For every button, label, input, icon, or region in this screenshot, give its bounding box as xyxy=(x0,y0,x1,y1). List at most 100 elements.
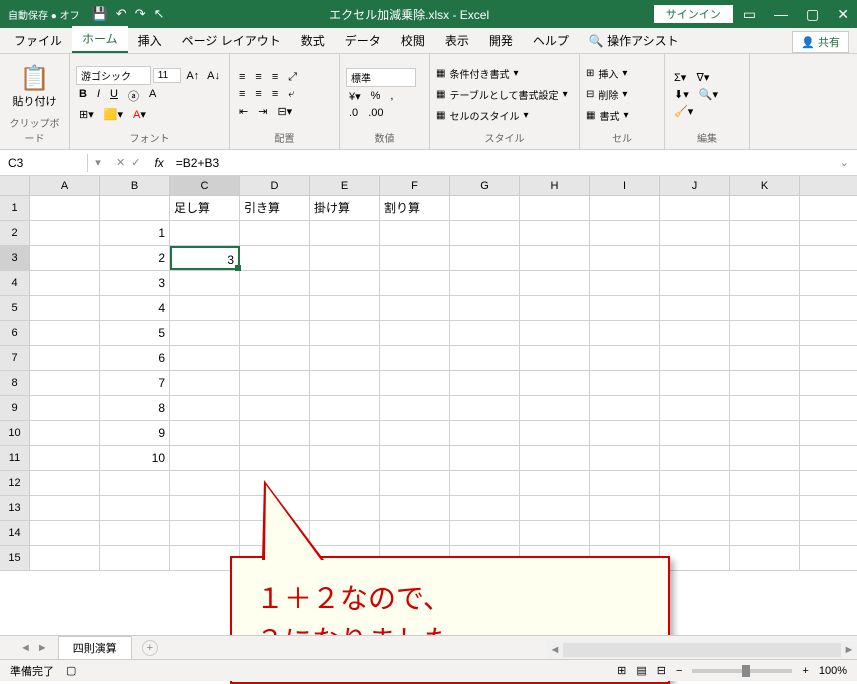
cell[interactable] xyxy=(380,296,450,320)
find-icon[interactable]: 🔍▾ xyxy=(696,87,721,102)
tab-help[interactable]: ヘルプ xyxy=(523,28,579,53)
orientation-icon[interactable]: ⤢ xyxy=(285,70,300,85)
cell[interactable] xyxy=(240,296,310,320)
cell[interactable] xyxy=(310,296,380,320)
maximize-icon[interactable]: ▢ xyxy=(806,6,819,23)
sheet-nav-next-icon[interactable]: ► xyxy=(37,642,48,654)
cell[interactable]: 6 xyxy=(100,346,170,370)
comma-button[interactable]: , xyxy=(387,89,396,104)
cell[interactable] xyxy=(730,346,800,370)
row-header-1[interactable]: 1 xyxy=(0,196,30,220)
cell[interactable] xyxy=(520,296,590,320)
cell[interactable] xyxy=(450,446,520,470)
redo-icon[interactable]: ↷ xyxy=(135,6,146,22)
cell[interactable] xyxy=(660,221,730,245)
cell[interactable] xyxy=(590,246,660,270)
cell[interactable] xyxy=(170,521,240,545)
cell[interactable] xyxy=(450,496,520,520)
col-header-I[interactable]: I xyxy=(590,176,660,195)
increase-indent-icon[interactable]: ⇥ xyxy=(255,104,270,119)
row-header-14[interactable]: 14 xyxy=(0,521,30,545)
cell[interactable] xyxy=(170,321,240,345)
cell[interactable] xyxy=(520,496,590,520)
cell[interactable] xyxy=(380,221,450,245)
cell[interactable] xyxy=(520,471,590,495)
cell[interactable] xyxy=(100,196,170,220)
cell[interactable]: 7 xyxy=(100,371,170,395)
cell[interactable] xyxy=(380,471,450,495)
macro-record-icon[interactable]: ▢ xyxy=(66,664,76,677)
cell[interactable] xyxy=(380,321,450,345)
cell[interactable] xyxy=(240,446,310,470)
cell[interactable] xyxy=(240,271,310,295)
row-header-5[interactable]: 5 xyxy=(0,296,30,320)
cell[interactable] xyxy=(450,271,520,295)
cell[interactable] xyxy=(590,396,660,420)
cell[interactable]: 4 xyxy=(100,296,170,320)
cell[interactable] xyxy=(30,446,100,470)
cell[interactable]: 引き算 xyxy=(240,196,310,220)
paste-button[interactable]: 📋 貼り付け xyxy=(6,64,63,109)
cell[interactable] xyxy=(520,371,590,395)
scroll-right-icon[interactable]: ► xyxy=(841,644,857,656)
cell[interactable] xyxy=(660,196,730,220)
underline-button[interactable]: U xyxy=(107,87,121,105)
fill-color-button[interactable]: 🟨▾ xyxy=(101,107,126,122)
phonetic-button[interactable]: ⓐ xyxy=(125,87,142,105)
row-header-7[interactable]: 7 xyxy=(0,346,30,370)
cell[interactable] xyxy=(170,371,240,395)
horizontal-scrollbar[interactable]: ◄ ► xyxy=(547,641,857,659)
col-header-H[interactable]: H xyxy=(520,176,590,195)
cell[interactable] xyxy=(380,446,450,470)
cell[interactable] xyxy=(170,396,240,420)
cell[interactable] xyxy=(310,446,380,470)
namebox[interactable]: C3 xyxy=(0,154,88,172)
cell[interactable] xyxy=(170,496,240,520)
cell[interactable] xyxy=(310,346,380,370)
col-header-G[interactable]: G xyxy=(450,176,520,195)
cell[interactable] xyxy=(520,196,590,220)
namebox-dropdown-icon[interactable]: ▾ xyxy=(88,156,108,169)
cell[interactable] xyxy=(30,521,100,545)
col-header-F[interactable]: F xyxy=(380,176,450,195)
cell[interactable] xyxy=(170,421,240,445)
cell[interactable] xyxy=(590,521,660,545)
cell[interactable] xyxy=(30,246,100,270)
cell[interactable] xyxy=(380,421,450,445)
cell[interactable] xyxy=(730,246,800,270)
row-header-6[interactable]: 6 xyxy=(0,321,30,345)
cell[interactable] xyxy=(30,546,100,570)
cell[interactable]: 2 xyxy=(100,246,170,270)
cell[interactable] xyxy=(660,321,730,345)
cell[interactable] xyxy=(30,196,100,220)
cell[interactable] xyxy=(660,446,730,470)
cell[interactable] xyxy=(380,346,450,370)
align-middle-icon[interactable]: ≡ xyxy=(252,70,264,85)
enter-formula-icon[interactable]: ✓ xyxy=(131,156,140,169)
normal-view-icon[interactable]: ⊞ xyxy=(617,664,626,677)
merge-icon[interactable]: ⊟▾ xyxy=(274,104,295,119)
row-header-4[interactable]: 4 xyxy=(0,271,30,295)
tab-file[interactable]: ファイル xyxy=(4,28,72,53)
cell[interactable] xyxy=(520,246,590,270)
cell[interactable] xyxy=(30,471,100,495)
cell[interactable] xyxy=(240,396,310,420)
align-top-icon[interactable]: ≡ xyxy=(236,70,248,85)
cell[interactable] xyxy=(730,446,800,470)
cell[interactable] xyxy=(730,546,800,570)
col-header-D[interactable]: D xyxy=(240,176,310,195)
cell[interactable]: 10 xyxy=(100,446,170,470)
signin-button[interactable]: サインイン xyxy=(654,5,733,23)
tab-view[interactable]: 表示 xyxy=(435,28,479,53)
cell[interactable] xyxy=(170,221,240,245)
cell[interactable] xyxy=(660,521,730,545)
cell[interactable] xyxy=(30,296,100,320)
tab-formula[interactable]: 数式 xyxy=(291,28,335,53)
cell[interactable] xyxy=(730,421,800,445)
cell[interactable] xyxy=(170,471,240,495)
tab-home[interactable]: ホーム xyxy=(72,26,128,53)
add-sheet-button[interactable]: + xyxy=(142,640,158,656)
cell[interactable] xyxy=(240,421,310,445)
currency-button[interactable]: ¥▾ xyxy=(346,89,364,104)
cell[interactable]: 3 xyxy=(170,246,240,270)
